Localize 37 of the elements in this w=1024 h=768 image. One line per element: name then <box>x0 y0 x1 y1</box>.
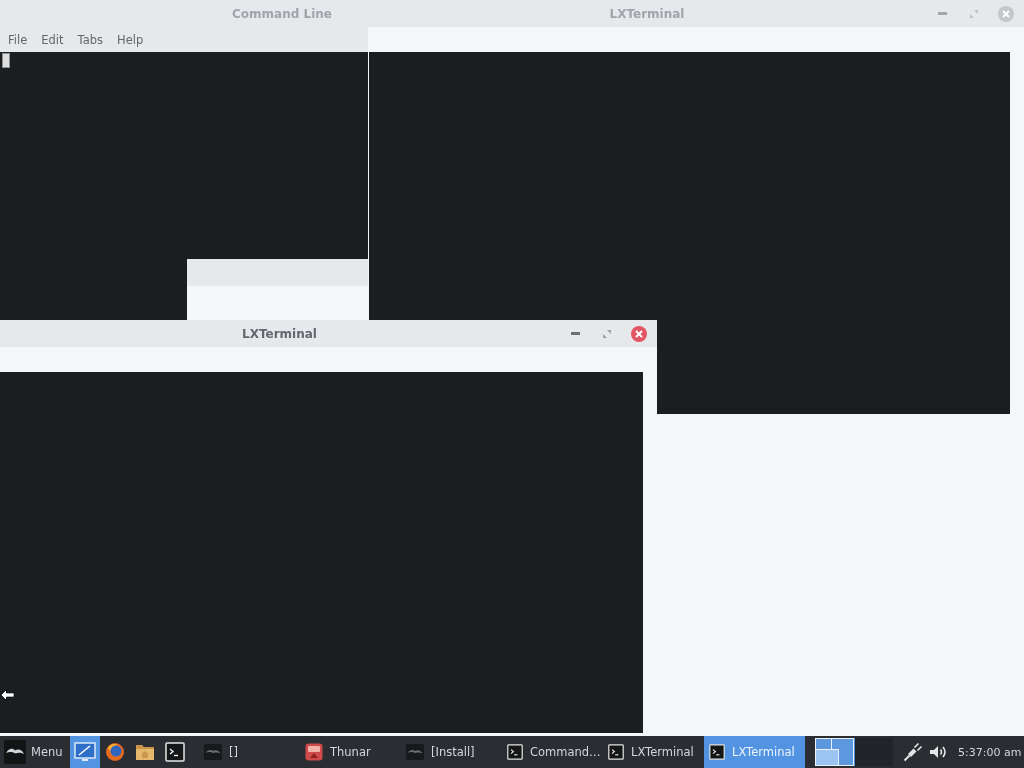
menu-item[interactable]: Help <box>110 28 151 51</box>
menu-item[interactable]: File <box>1 28 35 51</box>
terminal-icon <box>507 744 523 760</box>
terminal-icon <box>165 742 185 762</box>
menu-item[interactable]: Tabs <box>70 28 110 51</box>
plug-icon <box>903 742 923 762</box>
task-button[interactable]: [Install] <box>401 736 502 768</box>
terminal-icon <box>709 744 725 760</box>
logo-icon <box>4 740 26 764</box>
logo-icon <box>406 744 424 760</box>
window-title: LXTerminal <box>609 6 685 21</box>
terminal-icon <box>608 744 624 760</box>
app-icon <box>305 743 323 761</box>
logo-icon <box>204 744 222 760</box>
close-icon <box>631 325 647 342</box>
monitor-icon <box>74 742 96 762</box>
menu-item[interactable]: Edit <box>34 28 71 51</box>
task-button[interactable]: LXTerminal <box>603 736 704 768</box>
launcher-button[interactable] <box>70 736 100 768</box>
close-icon <box>998 5 1014 22</box>
workspace-thumbnail[interactable] <box>855 738 893 766</box>
maximize-icon <box>603 329 611 338</box>
task-button[interactable]: Command… <box>502 736 603 768</box>
minimize-icon <box>937 12 947 15</box>
minimize-icon <box>570 332 580 335</box>
task-button[interactable]: [] <box>199 736 300 768</box>
window-title: Command Line <box>232 6 332 21</box>
clock: 5:37:00 am <box>958 745 1022 759</box>
maximize-icon <box>970 9 978 18</box>
browser-icon <box>105 742 125 762</box>
menu-button[interactable]: Menu <box>0 736 68 768</box>
network-button[interactable] <box>903 742 923 762</box>
window-title: LXTerminal <box>242 326 317 341</box>
arrow-cursor-icon <box>0 688 15 702</box>
home-folder-icon <box>135 743 155 761</box>
workspace-thumbnail[interactable] <box>815 738 855 766</box>
task-button[interactable]: Thunar <box>300 736 401 768</box>
